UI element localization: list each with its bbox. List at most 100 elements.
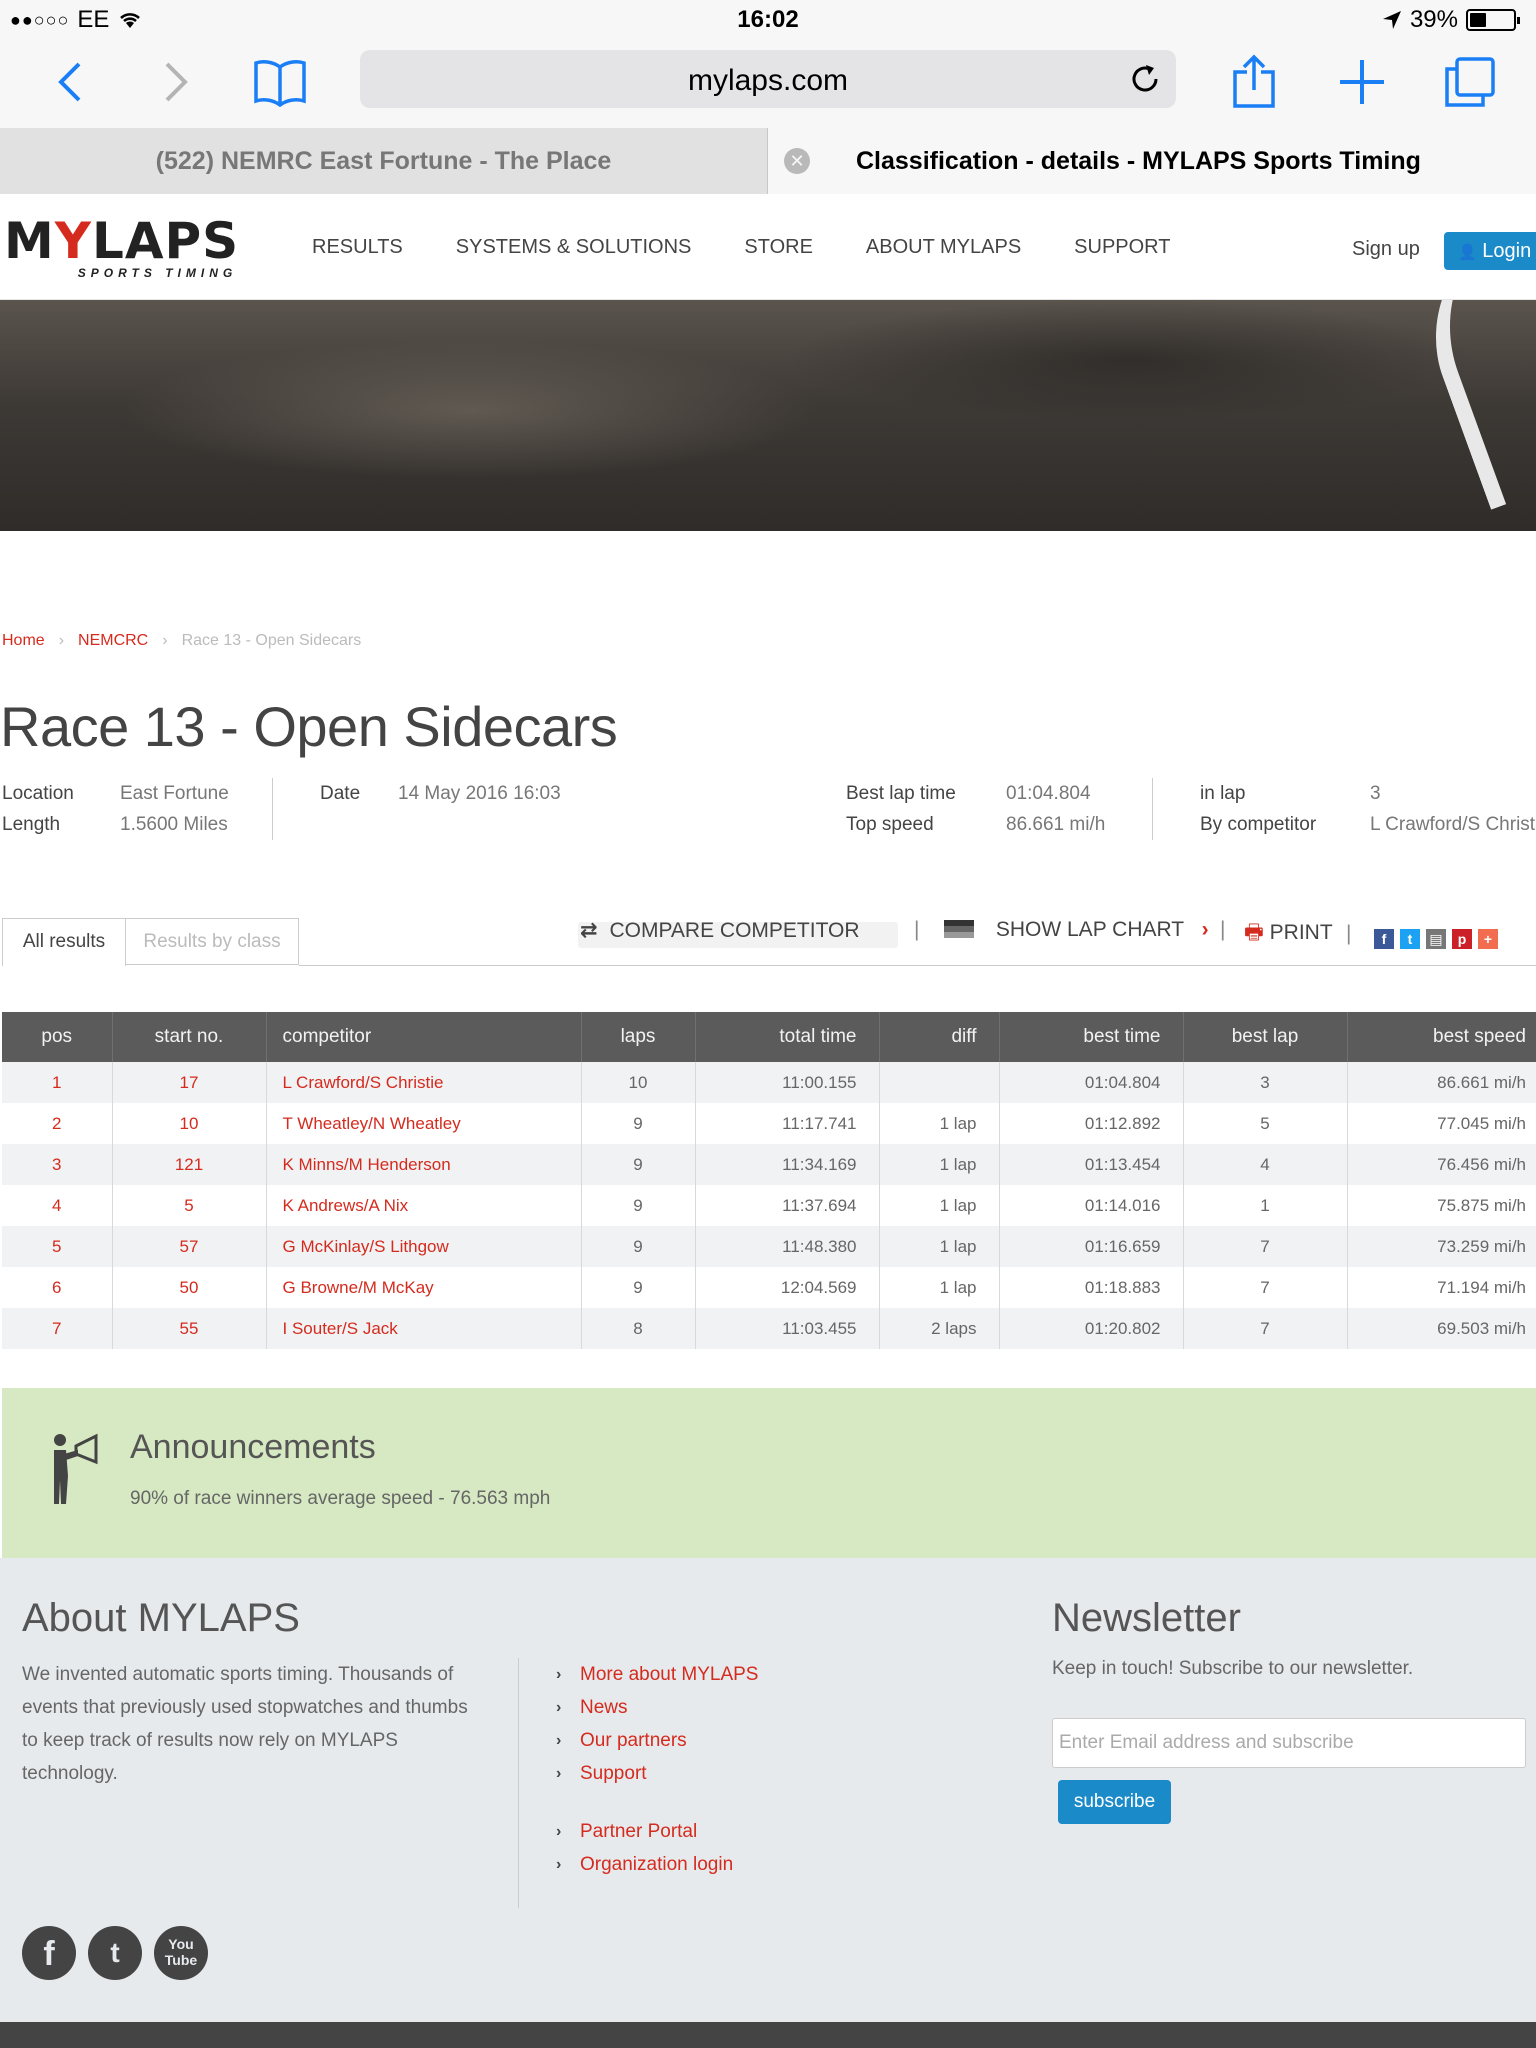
show-lap-chart-button[interactable]: SHOW LAP CHART › — [944, 918, 1209, 942]
address-bar[interactable]: mylaps.com — [360, 50, 1176, 108]
cell-total-time: 11:17.741 — [695, 1103, 880, 1144]
browser-tab-1[interactable]: (522) NEMRC East Fortune - The Place — [0, 128, 768, 194]
facebook-share-icon[interactable]: f — [1374, 929, 1394, 949]
cell-best-speed: 73.259 mi/h — [1347, 1226, 1536, 1267]
nav-support[interactable]: SUPPORT — [1074, 236, 1170, 259]
footer-link-news[interactable]: › News — [556, 1691, 758, 1724]
close-tab-icon[interactable]: ✕ — [784, 148, 810, 174]
share-icon[interactable] — [1222, 50, 1286, 114]
col-best-time[interactable]: best time — [999, 1012, 1184, 1062]
mylaps-logo[interactable]: MYLAPS SPORTS TIMING — [4, 216, 239, 280]
cell-total-time: 11:48.380 — [695, 1226, 880, 1267]
megaphone-person-icon — [54, 1433, 98, 1504]
twitter-share-icon[interactable]: t — [1400, 929, 1420, 949]
date-value-text: 14 May 2016 16:03 — [398, 783, 561, 804]
forward-icon[interactable] — [144, 50, 208, 114]
cell-pos: 7 — [2, 1308, 113, 1349]
cell-competitor[interactable]: K Minns/M Henderson — [266, 1144, 582, 1185]
footer-link-more-about[interactable]: › More about MYLAPS — [556, 1658, 758, 1691]
footer-link-partner-portal[interactable]: › Partner Portal — [556, 1815, 758, 1848]
email-field[interactable] — [1052, 1718, 1526, 1768]
cell-start-no: 17 — [112, 1062, 267, 1103]
login-label: Login — [1482, 240, 1532, 262]
print-share-icon[interactable]: ▤ — [1426, 929, 1446, 949]
cell-best-time: 01:18.883 — [999, 1267, 1184, 1308]
best-lap-value: 01:04.804 — [1006, 783, 1091, 804]
tab-results-by-class[interactable]: Results by class — [126, 918, 299, 965]
twitter-icon[interactable]: t — [88, 1926, 142, 1980]
cell-best-lap: 7 — [1183, 1308, 1348, 1349]
col-best-lap[interactable]: best lap — [1183, 1012, 1348, 1062]
footer-link-org-login[interactable]: › Organization login — [556, 1848, 758, 1881]
col-pos[interactable]: pos — [2, 1012, 113, 1062]
subscribe-button[interactable]: subscribe — [1058, 1780, 1171, 1824]
swap-arrows-icon: ⇄ — [580, 919, 598, 942]
cell-diff: 1 lap — [879, 1103, 1000, 1144]
tab-title: Classification - details - MYLAPS Sports… — [856, 147, 1421, 175]
divider: | — [914, 918, 920, 941]
breadcrumb-home[interactable]: Home — [2, 632, 45, 650]
link-label: Our partners — [580, 1730, 687, 1751]
cell-laps: 9 — [581, 1103, 696, 1144]
nav-systems[interactable]: SYSTEMS & SOLUTIONS — [456, 236, 692, 259]
cell-best-speed: 86.661 mi/h — [1347, 1062, 1536, 1103]
col-diff[interactable]: diff — [879, 1012, 1000, 1062]
cell-best-time: 01:14.016 — [999, 1185, 1184, 1226]
print-button[interactable]: 🖶 PRINT — [1244, 918, 1333, 953]
cell-laps: 8 — [581, 1308, 696, 1349]
col-best-speed[interactable]: best speed — [1347, 1012, 1536, 1062]
tabs-icon[interactable] — [1438, 50, 1502, 114]
cell-start-no: 121 — [112, 1144, 267, 1185]
divider: | — [1220, 918, 1226, 941]
hero-track-image — [0, 300, 1536, 531]
browser-tabs: (522) NEMRC East Fortune - The Place ✕ C… — [0, 128, 1536, 194]
user-icon: 👤 — [1458, 244, 1477, 261]
cell-pos: 2 — [2, 1103, 113, 1144]
new-tab-icon[interactable] — [1330, 50, 1394, 114]
link-label: Organization login — [580, 1854, 734, 1875]
signup-link[interactable]: Sign up — [1352, 238, 1420, 261]
nav-store[interactable]: STORE — [744, 236, 813, 259]
facebook-icon[interactable]: f — [22, 1926, 76, 1980]
col-competitor[interactable]: competitor — [266, 1012, 582, 1062]
cell-best-time: 01:20.802 — [999, 1308, 1184, 1349]
breadcrumb-org[interactable]: NEMCRC — [78, 632, 148, 650]
cell-competitor[interactable]: K Andrews/A Nix — [266, 1185, 582, 1226]
more-share-icon[interactable]: + — [1478, 929, 1498, 949]
compare-label: COMPARE COMPETITOR — [609, 919, 860, 942]
cell-best-lap: 4 — [1183, 1144, 1348, 1185]
bookmarks-icon[interactable] — [248, 50, 312, 114]
divider — [1152, 778, 1153, 840]
cell-competitor[interactable]: L Crawford/S Christie — [266, 1062, 582, 1103]
cell-diff: 1 lap — [879, 1144, 1000, 1185]
page-title: Race 13 - Open Sidecars — [0, 695, 618, 758]
nav-about[interactable]: ABOUT MYLAPS — [866, 236, 1021, 259]
browser-tab-2[interactable]: ✕ Classification - details - MYLAPS Spor… — [768, 128, 1536, 194]
compare-competitor-button[interactable]: ⇄ COMPARE COMPETITOR — [580, 918, 860, 943]
cell-competitor[interactable]: T Wheatley/N Wheatley — [266, 1103, 582, 1144]
cell-laps: 9 — [581, 1267, 696, 1308]
col-total-time[interactable]: total time — [695, 1012, 880, 1062]
newsletter-text: Keep in touch! Subscribe to our newslett… — [1052, 1658, 1414, 1679]
cell-competitor[interactable]: G McKinlay/S Lithgow — [266, 1226, 582, 1267]
location-value: East Fortune — [120, 783, 229, 804]
tab-all-results[interactable]: All results — [2, 918, 126, 966]
back-icon[interactable] — [38, 50, 102, 114]
cell-diff: 2 laps — [879, 1308, 1000, 1349]
cell-competitor[interactable]: I Souter/S Jack — [266, 1308, 582, 1349]
location-arrow-icon — [1382, 11, 1401, 29]
col-start-no[interactable]: start no. — [112, 1012, 267, 1062]
date-label-text: Date — [320, 783, 361, 804]
footer-link-partners[interactable]: › Our partners — [556, 1724, 758, 1757]
pinterest-share-icon[interactable]: p — [1452, 929, 1472, 949]
length-value: 1.5600 Miles — [120, 814, 228, 835]
nav-results[interactable]: RESULTS — [312, 236, 403, 259]
login-button[interactable]: 👤 Login — [1444, 232, 1536, 270]
race-info-labels-3: in lap By competitor — [1200, 778, 1316, 840]
footer-link-support[interactable]: › Support — [556, 1757, 758, 1790]
col-laps[interactable]: laps — [581, 1012, 696, 1062]
chevron-right-icon: › — [556, 1732, 562, 1749]
cell-competitor[interactable]: G Browne/M McKay — [266, 1267, 582, 1308]
reload-icon[interactable] — [1128, 62, 1162, 96]
youtube-icon[interactable]: You Tube — [154, 1926, 208, 1980]
